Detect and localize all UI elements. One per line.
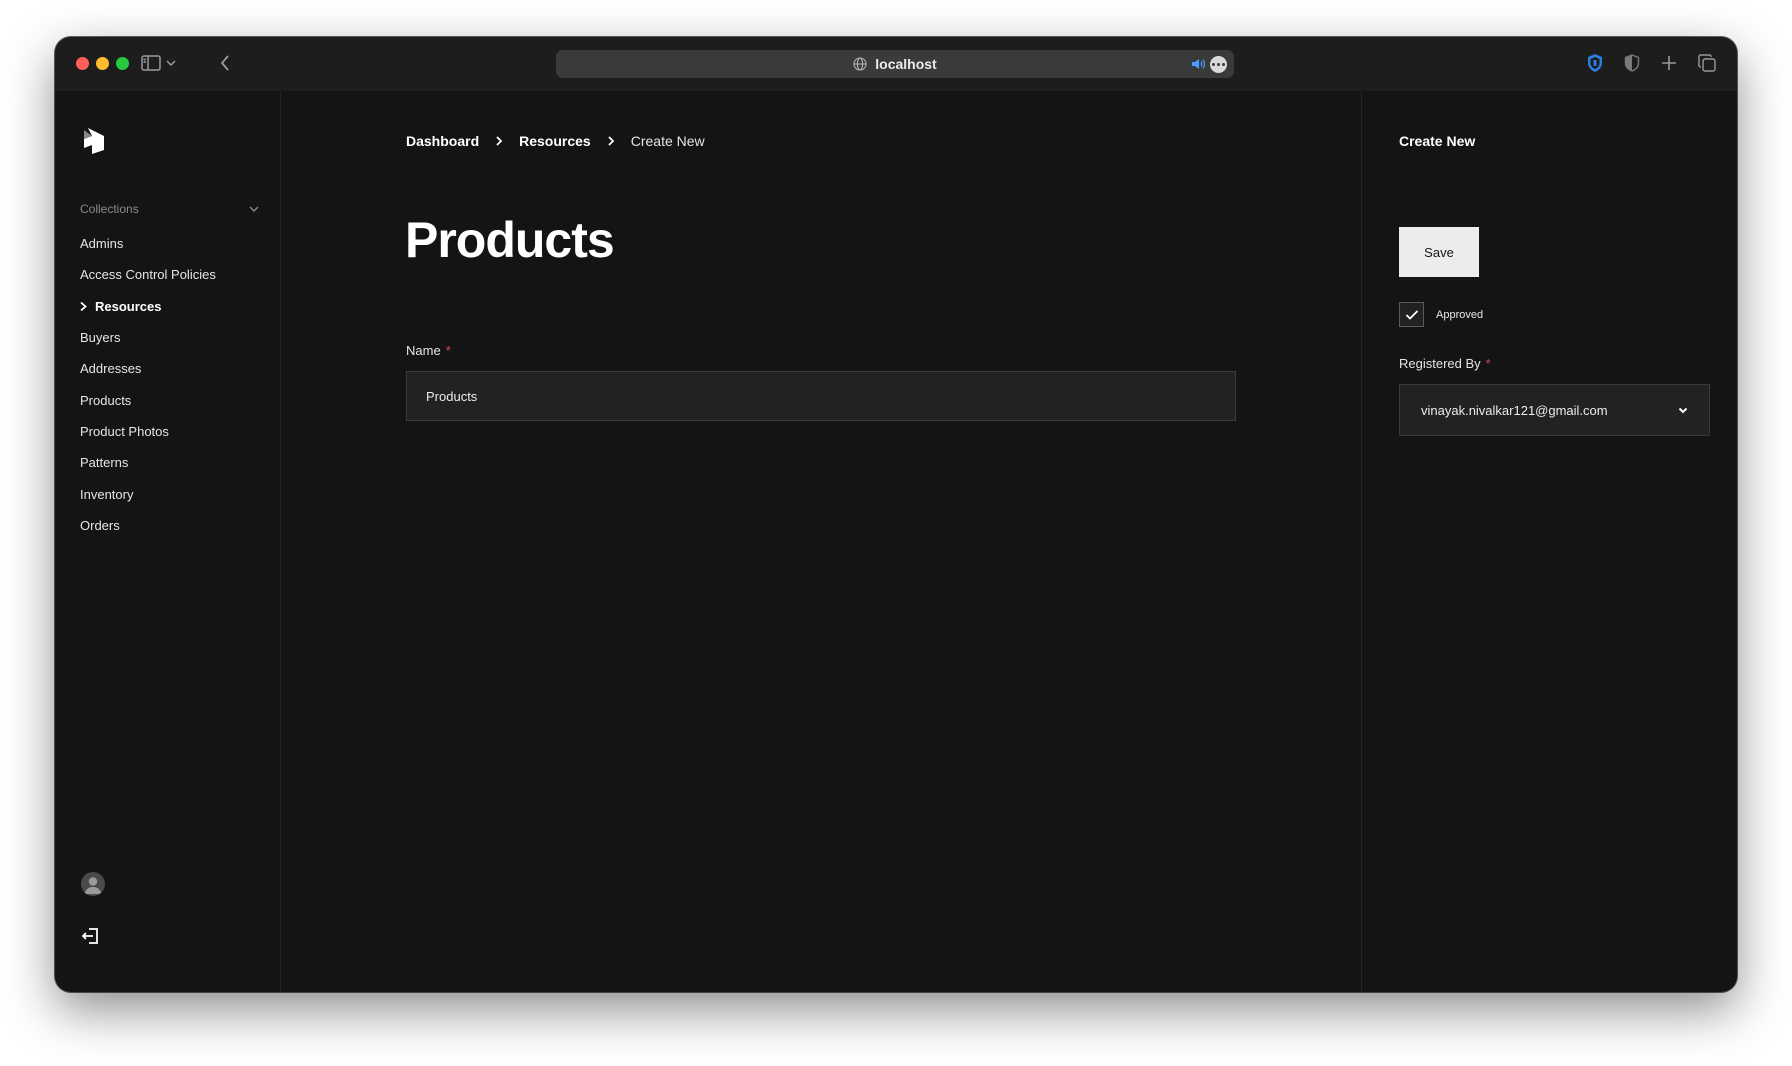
sidebar-item-product-photos[interactable]: Product Photos — [80, 416, 216, 447]
chevron-right-icon — [494, 136, 504, 146]
registered-by-label: Registered By * — [1399, 356, 1491, 371]
panel-title: Create New — [1399, 133, 1476, 149]
checkmark-icon — [1405, 309, 1418, 320]
save-button[interactable]: Save — [1399, 227, 1479, 277]
chevron-right-icon — [78, 301, 89, 312]
speaker-icon[interactable] — [1190, 56, 1206, 72]
shield-icon[interactable] — [1583, 51, 1607, 75]
back-arrow-icon[interactable] — [213, 51, 237, 75]
name-input[interactable] — [406, 371, 1236, 421]
sidebar-item-orders[interactable]: Orders — [80, 510, 216, 541]
sidebar-item-label: Resources — [95, 298, 162, 314]
tabs-icon[interactable] — [1695, 51, 1719, 75]
collections-label: Collections — [80, 202, 139, 216]
browser-titlebar: localhost — [55, 37, 1737, 91]
main-content: Dashboard Resources Create New Products … — [281, 91, 1361, 992]
registered-by-select[interactable]: vinayak.nivalkar121@gmail.com — [1399, 384, 1710, 436]
close-window-button[interactable] — [76, 57, 89, 70]
avatar[interactable] — [81, 872, 105, 896]
breadcrumb: Dashboard Resources Create New — [406, 133, 705, 149]
name-field-label: Name * — [406, 343, 451, 358]
sidebar-nav: Admins Access Control Policies Resources… — [80, 228, 216, 541]
sidebar-icon[interactable] — [139, 51, 163, 75]
browser-window: localhost Collections Admins Access Cont… — [55, 37, 1737, 992]
name-label-text: Name — [406, 343, 441, 358]
sidebar-item-patterns[interactable]: Patterns — [80, 447, 216, 478]
breadcrumb-dashboard[interactable]: Dashboard — [406, 133, 479, 149]
approved-label: Approved — [1436, 308, 1484, 321]
breadcrumb-create-new: Create New — [630, 133, 705, 149]
more-icon[interactable] — [1210, 56, 1227, 73]
zoom-window-button[interactable] — [116, 57, 129, 70]
breadcrumb-resources[interactable]: Resources — [519, 133, 591, 149]
sidebar-item-addresses[interactable]: Addresses — [80, 353, 216, 384]
page-title: Products — [405, 212, 615, 268]
sidebar-item-admins[interactable]: Admins — [80, 228, 216, 259]
sidebar-item-inventory[interactable]: Inventory — [80, 478, 216, 509]
sidebar-item-resources[interactable]: Resources — [80, 291, 216, 322]
sidebar-item-access-control-policies[interactable]: Access Control Policies — [80, 259, 216, 290]
registered-by-value: vinayak.nivalkar121@gmail.com — [1421, 402, 1608, 418]
sidebar: Collections Admins Access Control Polici… — [55, 91, 281, 992]
required-marker: * — [445, 343, 451, 358]
url-text: localhost — [875, 56, 937, 72]
half-shield-icon[interactable] — [1620, 51, 1644, 75]
app-logo-icon[interactable] — [81, 127, 105, 155]
address-bar[interactable]: localhost — [556, 50, 1234, 78]
document-controls-panel: Create New Save Approved Registered By * … — [1361, 91, 1737, 992]
logout-icon[interactable] — [81, 926, 103, 948]
required-marker: * — [1485, 356, 1491, 371]
registered-by-label-text: Registered By — [1399, 356, 1481, 371]
sidebar-item-buyers[interactable]: Buyers — [80, 322, 216, 353]
minimize-window-button[interactable] — [96, 57, 109, 70]
chevron-down-icon — [1677, 404, 1689, 416]
approved-checkbox-row[interactable]: Approved — [1399, 302, 1483, 327]
approved-checkbox[interactable] — [1399, 302, 1424, 327]
sidebar-item-products[interactable]: Products — [80, 384, 216, 415]
plus-icon[interactable] — [1657, 51, 1681, 75]
chevron-down-icon — [248, 203, 260, 215]
globe-icon — [853, 57, 867, 71]
chevron-right-icon — [606, 136, 616, 146]
collections-toggle[interactable]: Collections — [80, 201, 260, 217]
chevron-down-icon[interactable] — [163, 51, 179, 75]
